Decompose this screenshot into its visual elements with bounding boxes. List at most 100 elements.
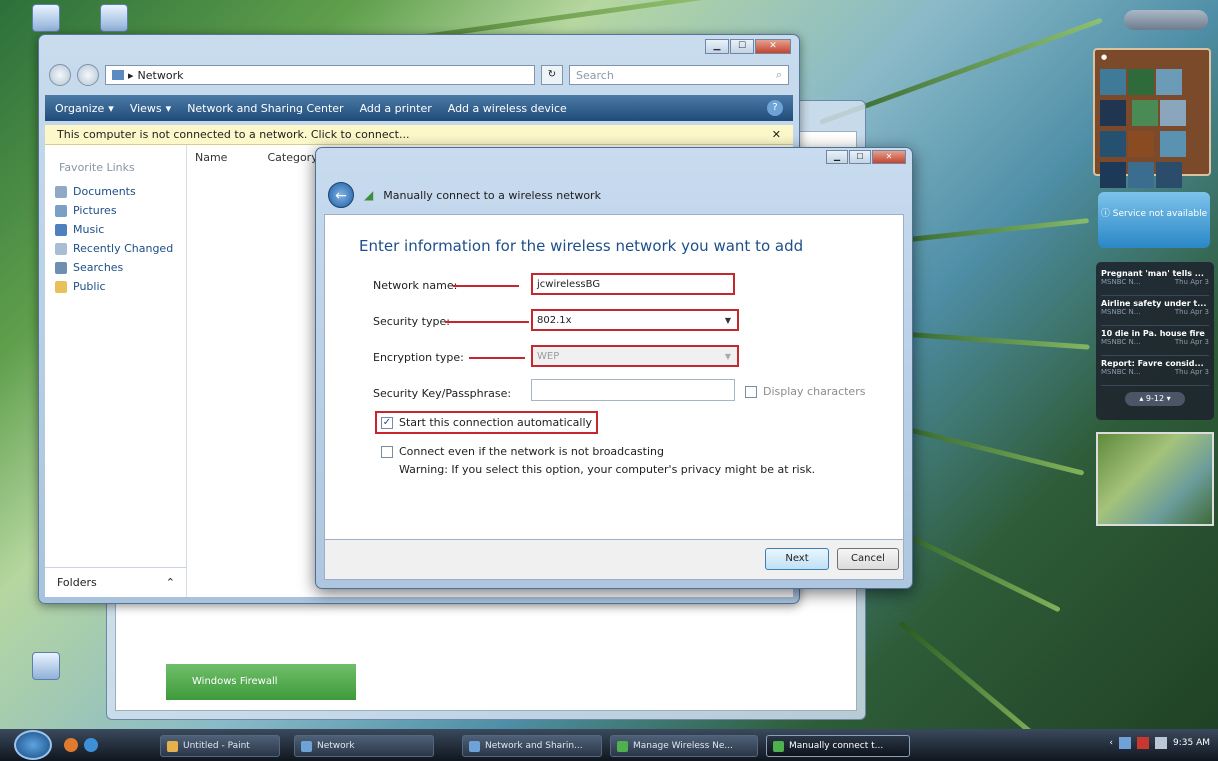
photo-tile: [1131, 100, 1158, 126]
connect-hidden-checkbox[interactable]: [381, 445, 393, 458]
address-bar[interactable]: ▸ Network: [105, 65, 535, 85]
minimize-button[interactable]: ▁: [705, 39, 729, 54]
desktop-icon-shortcut[interactable]: [26, 652, 66, 682]
clock[interactable]: 9:35 AM: [1173, 738, 1210, 748]
photo-tile: [1156, 69, 1182, 95]
start-automatically-label: Start this connection automatically: [399, 416, 593, 429]
firefox-icon[interactable]: [64, 738, 78, 752]
forward-button[interactable]: [77, 64, 99, 86]
close-button[interactable]: ✕: [872, 150, 906, 164]
column-header-name[interactable]: Name: [195, 151, 227, 164]
connect-hidden-option[interactable]: Connect even if the network is not broad…: [381, 445, 664, 458]
search-icon: ⌕: [775, 68, 782, 81]
dropdown-arrow-icon: ▼: [724, 351, 731, 361]
security-type-value: 802.1x: [537, 314, 572, 326]
close-icon[interactable]: ✕: [772, 128, 781, 141]
security-key-input[interactable]: [531, 379, 735, 401]
security-type-select[interactable]: 802.1x ▼: [531, 309, 739, 331]
wireless-signal-icon: ◢: [364, 188, 374, 202]
volume-icon[interactable]: [1155, 737, 1167, 749]
info-icon: ⓘ: [1100, 209, 1110, 219]
minimize-button[interactable]: ▁: [826, 150, 848, 164]
encryption-type-value: WEP: [537, 350, 560, 362]
taskbar-item-network-sharing[interactable]: Network and Sharin...: [462, 735, 602, 757]
wizard-heading: Enter information for the wireless netwo…: [359, 237, 804, 255]
search-placeholder: Search: [576, 68, 614, 82]
taskbar: Untitled - Paint Network Network and Sha…: [0, 729, 1218, 761]
favorite-link-documents[interactable]: Documents: [45, 182, 186, 201]
chevron-up-icon[interactable]: ▴: [1139, 394, 1143, 403]
start-automatically-option[interactable]: ✓ Start this connection automatically: [375, 411, 599, 434]
chevron-down-icon: ▾: [165, 101, 172, 115]
photo-tile: [1100, 131, 1126, 157]
favorite-link-music[interactable]: Music: [45, 220, 186, 239]
highlight-line: [445, 320, 529, 323]
taskbar-item-manage-wireless[interactable]: Manage Wireless Ne...: [610, 735, 758, 757]
back-arrow-icon[interactable]: ←: [328, 182, 354, 208]
sidebar-controls[interactable]: [1124, 10, 1208, 30]
favorite-link-pictures[interactable]: Pictures: [45, 201, 186, 220]
organize-button[interactable]: Organize ▾: [55, 102, 114, 115]
feed-item[interactable]: 10 die in Pa. house fire MSNBC N... Thu A…: [1101, 326, 1209, 356]
desktop-icon-app[interactable]: [94, 4, 134, 34]
taskbar-item-paint[interactable]: Untitled - Paint: [160, 735, 280, 757]
feed-item[interactable]: Report: Favre consid... MSNBC N... Thu Ap…: [1101, 356, 1209, 386]
feed-pager[interactable]: ▴ 9-12 ▾: [1125, 392, 1185, 406]
network-sharing-center-button[interactable]: Network and Sharing Center: [187, 102, 343, 115]
windows-firewall-link[interactable]: Windows Firewall: [166, 664, 356, 700]
desktop-icon-recycle-bin[interactable]: [26, 4, 66, 34]
photo-tile: [1128, 131, 1154, 157]
photo-tile: [1159, 100, 1186, 126]
network-tray-icon[interactable]: [1119, 737, 1131, 749]
favorite-link-searches[interactable]: Searches: [45, 258, 186, 277]
encryption-type-select[interactable]: WEP ▼: [531, 345, 739, 367]
favorite-link-public[interactable]: Public: [45, 277, 186, 296]
pictures-icon: [55, 204, 67, 217]
start-button[interactable]: [14, 730, 52, 760]
feed-item[interactable]: Pregnant 'man' tells ... MSNBC N... Thu A…: [1101, 266, 1209, 296]
views-button[interactable]: Views ▾: [130, 102, 171, 115]
network-icon: [301, 740, 312, 752]
security-type-row: Security type:: [373, 315, 529, 328]
maximize-button[interactable]: ☐: [730, 39, 754, 54]
add-wireless-device-button[interactable]: Add a wireless device: [448, 102, 567, 115]
search-input[interactable]: Search ⌕: [569, 65, 789, 85]
add-printer-button[interactable]: Add a printer: [360, 102, 432, 115]
start-automatically-checkbox[interactable]: ✓: [381, 416, 393, 429]
info-bar[interactable]: This computer is not connected to a netw…: [45, 125, 793, 145]
maximize-button[interactable]: ☐: [849, 150, 871, 164]
folders-toggle[interactable]: Folders ⌃: [45, 567, 187, 597]
close-button[interactable]: ✕: [755, 39, 791, 54]
next-button[interactable]: Next: [765, 548, 829, 570]
taskbar-item-network[interactable]: Network: [294, 735, 434, 757]
display-characters-option[interactable]: Display characters: [745, 385, 865, 398]
taskbar-item-manually-connect[interactable]: Manually connect t...: [766, 735, 910, 757]
privacy-warning-text: Warning: If you select this option, your…: [399, 463, 816, 476]
ie-icon[interactable]: [84, 738, 98, 752]
network-name-value: jcwirelessBG: [537, 278, 601, 290]
chevron-up-icon: ⌃: [165, 576, 175, 589]
column-header-category[interactable]: Category: [267, 151, 317, 164]
feed-item[interactable]: Airline safety under t... MSNBC N... Thu …: [1101, 296, 1209, 326]
address-text: Network: [137, 68, 184, 82]
column-headers: Name Category: [195, 151, 318, 164]
searches-icon: [55, 261, 67, 274]
cancel-button[interactable]: Cancel: [837, 548, 899, 570]
highlight-line: [453, 284, 519, 287]
weather-gadget[interactable]: ⓘ Service not available: [1098, 192, 1210, 248]
wizard-title: Manually connect to a wireless network: [383, 188, 601, 202]
chevron-down-icon[interactable]: ▾: [1167, 394, 1171, 403]
back-button[interactable]: [49, 64, 71, 86]
network-name-input[interactable]: jcwirelessBG: [531, 273, 735, 295]
refresh-button[interactable]: ↻: [541, 65, 563, 85]
help-icon[interactable]: ?: [767, 100, 783, 116]
display-characters-checkbox[interactable]: [745, 385, 757, 398]
favorite-link-recently-changed[interactable]: Recently Changed: [45, 239, 186, 258]
chevron-left-icon[interactable]: ‹: [1109, 738, 1113, 748]
photo-tile: [1159, 131, 1186, 157]
dropdown-arrow-icon: ▼: [724, 315, 731, 325]
security-tray-icon[interactable]: [1137, 737, 1149, 749]
system-tray: ‹ 9:35 AM: [1109, 737, 1210, 749]
picture-gadget[interactable]: [1096, 432, 1214, 526]
slideshow-gadget[interactable]: ●: [1093, 48, 1211, 188]
